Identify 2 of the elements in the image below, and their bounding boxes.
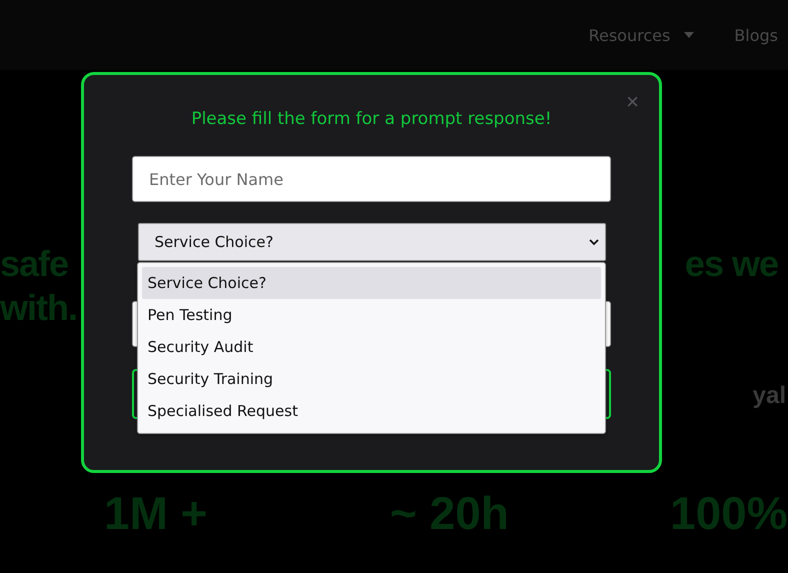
modal-title: Please fill the form for a prompt response! (191, 109, 552, 129)
partner-logo: yal (752, 382, 786, 410)
